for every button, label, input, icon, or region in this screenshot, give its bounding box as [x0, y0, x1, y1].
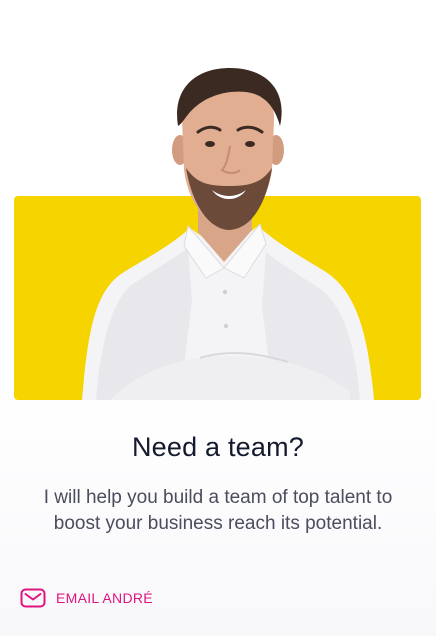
card-title: Need a team?: [131, 432, 304, 462]
mail-icon: [20, 588, 46, 608]
card-description: I will help you build a team of top tale…: [43, 487, 393, 534]
email-link-label: EMAIL ANDRÉ: [56, 590, 153, 606]
email-andre-link[interactable]: EMAIL ANDRÉ: [20, 586, 153, 610]
portrait-photo: [82, 68, 374, 400]
hero-area: [0, 0, 436, 400]
